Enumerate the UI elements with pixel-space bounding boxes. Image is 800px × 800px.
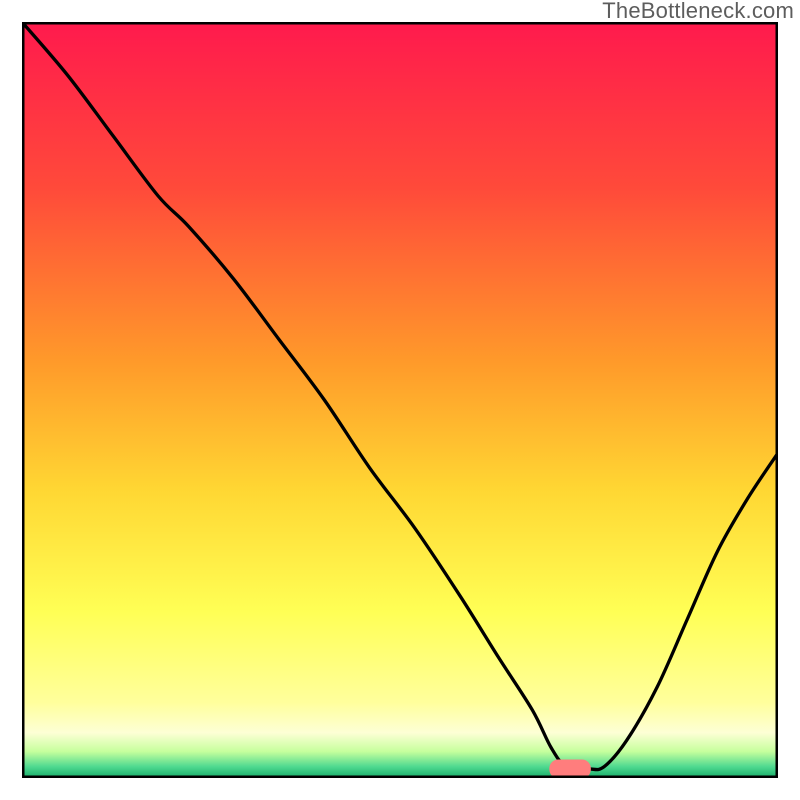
- watermark-text: TheBottleneck.com: [602, 0, 794, 24]
- optimal-marker: [549, 759, 591, 778]
- chart-frame: TheBottleneck.com: [0, 0, 800, 800]
- bottleneck-chart: [22, 22, 778, 778]
- plot-background: [22, 22, 778, 778]
